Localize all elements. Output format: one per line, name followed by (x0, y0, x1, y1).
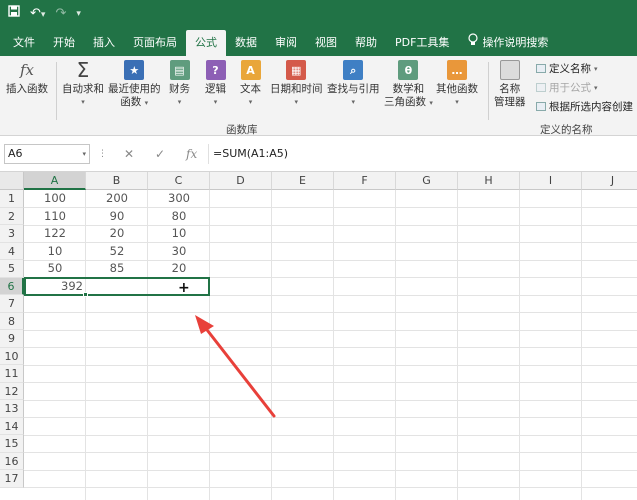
title-bar: ↶▾ ↷ ▾ (0, 0, 637, 28)
ribbon-tabs: 文件 开始 插入 页面布局 公式 数据 审阅 视图 帮助 PDF工具集 操作说明… (0, 28, 637, 56)
ribbon: fx 插入函数 Σ 自动求和 ▾ ★ 最近使用的 函数 ▾ ▤ 财务 ▾ ? 逻… (0, 56, 637, 136)
financial-button[interactable]: ▤ 财务 ▾ (169, 60, 190, 109)
tell-me-label: 操作说明搜索 (482, 36, 549, 49)
formula-input[interactable]: =SUM(A1:A5) (208, 144, 633, 164)
tab-help[interactable]: 帮助 (346, 30, 386, 56)
name-manager-icon (499, 60, 520, 80)
sigma-icon: Σ (76, 57, 90, 82)
group-label-defined-names: 定义的名称 (540, 124, 593, 136)
text-icon: A (240, 60, 261, 80)
lightbulb-icon (468, 30, 479, 56)
tell-me-search[interactable]: 操作说明搜索 (458, 30, 557, 56)
lookup-reference-button[interactable]: ⌕ 查找与引用 ▾ (327, 60, 380, 109)
formula-icon (536, 83, 546, 92)
tab-file[interactable]: 文件 (4, 30, 44, 56)
insert-function-fx-icon[interactable]: fx (186, 144, 197, 164)
save-icon[interactable] (8, 0, 20, 28)
tab-data[interactable]: 数据 (226, 30, 266, 56)
customize-icon[interactable]: ▾ (76, 0, 81, 28)
tab-page-layout[interactable]: 页面布局 (124, 30, 186, 56)
worksheet[interactable]: ABCDEFGHIJ 1 2 3 4 5 6 7 8 9 10 11 12 13 14 15 16 17 100… (0, 172, 637, 500)
tag-icon (536, 64, 546, 73)
options-dots-icon: ⋮ (98, 149, 107, 159)
insert-function-button[interactable]: fx 插入函数 (6, 60, 48, 96)
create-from-selection-button[interactable]: 根据所选内容创建 (536, 99, 633, 114)
use-in-formula-button[interactable]: 用于公式 ▾ (536, 80, 598, 95)
datetime-icon: ▦ (286, 60, 307, 80)
text-button[interactable]: A 文本 ▾ (240, 60, 261, 109)
logical-button[interactable]: ? 逻辑 ▾ (205, 60, 226, 109)
autosum-button[interactable]: Σ 自动求和 ▾ (62, 60, 104, 109)
tab-view[interactable]: 视图 (306, 30, 346, 56)
more-functions-button[interactable]: … 其他函数 ▾ (436, 60, 478, 109)
name-manager-button[interactable]: 名称 管理器 (494, 60, 526, 109)
red-arrow-annotation (195, 315, 276, 418)
grid-icon (536, 102, 546, 111)
star-icon: ★ (124, 60, 145, 80)
tab-insert[interactable]: 插入 (84, 30, 124, 56)
math-icon: θ (398, 60, 419, 80)
tab-formulas[interactable]: 公式 (186, 30, 226, 56)
formula-bar: A6 ▾ ⋮ ✕ ✓ fx =SUM(A1:A5) (0, 136, 637, 172)
date-time-button[interactable]: ▦ 日期和时间 ▾ (270, 60, 323, 109)
finance-icon: ▤ (169, 60, 190, 80)
logic-icon: ? (205, 60, 226, 80)
undo-icon[interactable]: ↶▾ (30, 0, 45, 29)
math-trig-button[interactable]: θ 数学和 三角函数 ▾ (384, 60, 433, 110)
tab-review[interactable]: 审阅 (266, 30, 306, 56)
redo-icon[interactable]: ↷ (55, 0, 66, 28)
more-functions-icon: … (447, 60, 467, 80)
enter-icon[interactable]: ✓ (155, 144, 165, 164)
recently-used-button[interactable]: ★ 最近使用的 函数 ▾ (108, 60, 161, 110)
tab-pdf-tools[interactable]: PDF工具集 (386, 30, 458, 56)
lookup-icon: ⌕ (343, 60, 364, 80)
fx-icon: fx (19, 60, 34, 79)
tab-home[interactable]: 开始 (44, 30, 84, 56)
name-box[interactable]: A6 ▾ (4, 144, 90, 164)
define-name-button[interactable]: 定义名称 ▾ (536, 61, 598, 76)
group-label-function-library: 函数库 (226, 124, 258, 136)
cancel-icon[interactable]: ✕ (124, 144, 134, 164)
chevron-down-icon[interactable]: ▾ (82, 145, 86, 163)
